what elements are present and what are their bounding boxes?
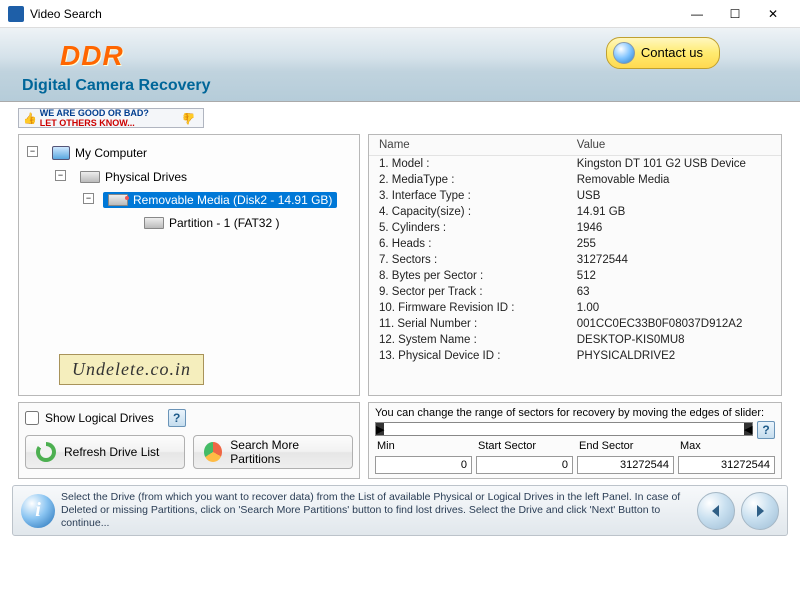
- table-row[interactable]: 3. Interface Type :USB: [369, 188, 781, 204]
- tree-physical-drives[interactable]: Physical Drives: [75, 169, 192, 185]
- app-subtitle: Digital Camera Recovery: [22, 77, 211, 95]
- computer-icon: [52, 146, 70, 160]
- feedback-banner[interactable]: 👍 WE ARE GOOD OR BAD? LET OTHERS KNOW...…: [18, 108, 204, 128]
- sector-slider[interactable]: ▶ ◀: [375, 422, 753, 436]
- table-row[interactable]: 13. Physical Device ID :PHYSICALDRIVE2: [369, 348, 781, 364]
- table-row[interactable]: 8. Bytes per Sector :512: [369, 268, 781, 284]
- watermark: Undelete.co.in: [59, 354, 204, 385]
- table-row[interactable]: 4. Capacity(size) :14.91 GB: [369, 204, 781, 220]
- footer-hint: Select the Drive (from which you want to…: [61, 491, 691, 530]
- search-partitions-icon: [204, 442, 222, 462]
- start-label: Start Sector: [476, 440, 573, 452]
- minimize-button[interactable]: —: [678, 0, 716, 28]
- thumbs-down-icon: 👍: [182, 112, 196, 125]
- slider-thumb-left[interactable]: ▶: [376, 423, 384, 435]
- start-sector-input[interactable]: [476, 456, 573, 474]
- app-header: DDR Digital Camera Recovery Contact us: [0, 28, 800, 102]
- window-title: Video Search: [30, 7, 678, 21]
- contact-us-button[interactable]: Contact us: [606, 37, 720, 69]
- end-sector-input[interactable]: [577, 456, 674, 474]
- tree-partition[interactable]: Partition - 1 (FAT32 ): [139, 215, 284, 231]
- expand-toggle[interactable]: −: [55, 170, 66, 181]
- show-logical-checkbox[interactable]: [25, 411, 39, 425]
- refresh-icon: [36, 442, 56, 462]
- table-row[interactable]: 5. Cylinders :1946: [369, 220, 781, 236]
- max-label: Max: [678, 440, 775, 452]
- table-row[interactable]: 10. Firmware Revision ID :1.00: [369, 300, 781, 316]
- next-button[interactable]: [741, 492, 779, 530]
- table-row[interactable]: 11. Serial Number :001CC0EC33B0F08037D91…: [369, 316, 781, 332]
- titlebar: Video Search — ☐ ✕: [0, 0, 800, 28]
- slider-thumb-right[interactable]: ◀: [744, 423, 752, 435]
- drive-icon: [80, 171, 100, 183]
- contact-avatar-icon: [613, 42, 635, 64]
- sector-hint: You can change the range of sectors for …: [375, 407, 775, 419]
- max-input[interactable]: [678, 456, 775, 474]
- properties-table: Name Value 1. Model :Kingston DT 101 G2 …: [369, 135, 781, 364]
- refresh-drive-list-button[interactable]: Refresh Drive List: [25, 435, 185, 469]
- feedback-line2: LET OTHERS KNOW...: [40, 118, 149, 128]
- show-logical-label: Show Logical Drives: [45, 411, 154, 425]
- drive-tree[interactable]: − My Computer − Physical Drives − Remova…: [27, 143, 351, 240]
- contact-label: Contact us: [641, 45, 703, 60]
- end-label: End Sector: [577, 440, 674, 452]
- col-value: Value: [567, 135, 781, 156]
- help-button[interactable]: ?: [168, 409, 186, 427]
- drive-tree-panel: − My Computer − Physical Drives − Remova…: [18, 134, 360, 396]
- tree-removable-media[interactable]: Removable Media (Disk2 - 14.91 GB): [103, 192, 337, 208]
- table-row[interactable]: 2. MediaType :Removable Media: [369, 172, 781, 188]
- back-button[interactable]: [697, 492, 735, 530]
- expand-toggle[interactable]: −: [27, 146, 38, 157]
- min-input[interactable]: [375, 456, 472, 474]
- table-row[interactable]: 1. Model :Kingston DT 101 G2 USB Device: [369, 156, 781, 173]
- table-row[interactable]: 7. Sectors :31272544: [369, 252, 781, 268]
- maximize-button[interactable]: ☐: [716, 0, 754, 28]
- tree-root[interactable]: My Computer: [47, 145, 152, 161]
- min-label: Min: [375, 440, 472, 452]
- removable-drive-icon: [108, 194, 128, 206]
- feedback-line1: WE ARE GOOD OR BAD?: [40, 108, 149, 118]
- drive-controls: Show Logical Drives ? Refresh Drive List…: [18, 402, 360, 479]
- footer: Select the Drive (from which you want to…: [12, 485, 788, 536]
- table-row[interactable]: 6. Heads :255: [369, 236, 781, 252]
- brand-logo: DDR: [60, 40, 124, 72]
- col-name: Name: [369, 135, 567, 156]
- sector-controls: You can change the range of sectors for …: [368, 402, 782, 479]
- close-button[interactable]: ✕: [754, 0, 792, 28]
- table-row[interactable]: 9. Sector per Track :63: [369, 284, 781, 300]
- table-row[interactable]: 12. System Name :DESKTOP-KIS0MU8: [369, 332, 781, 348]
- properties-panel: Name Value 1. Model :Kingston DT 101 G2 …: [368, 134, 782, 396]
- search-more-partitions-button[interactable]: Search More Partitions: [193, 435, 353, 469]
- app-icon: [8, 6, 24, 22]
- thumbs-up-icon: 👍: [23, 112, 37, 125]
- info-icon: [21, 494, 55, 528]
- partition-icon: [144, 217, 164, 229]
- help-button[interactable]: ?: [757, 421, 775, 439]
- expand-toggle[interactable]: −: [83, 193, 94, 204]
